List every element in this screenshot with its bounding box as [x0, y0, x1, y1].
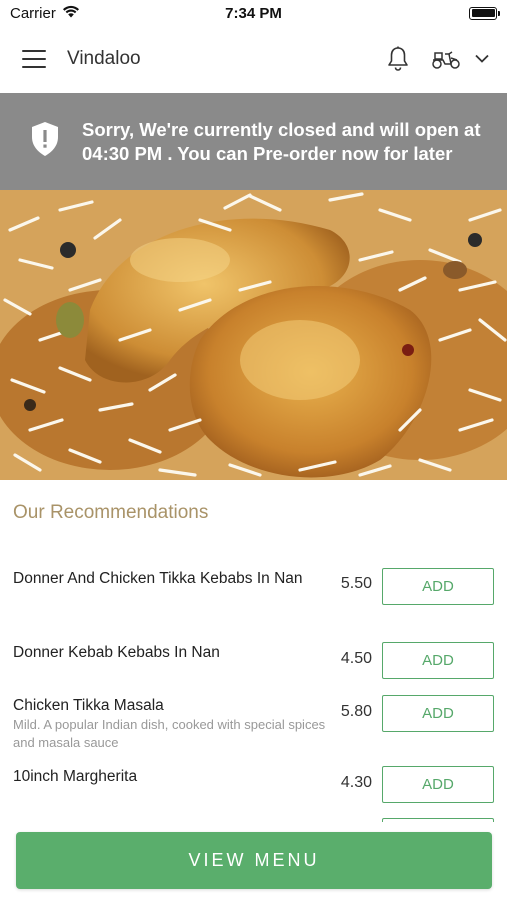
item-price: 4.50	[340, 650, 372, 667]
shield-alert-icon	[30, 121, 60, 162]
wifi-icon	[62, 5, 80, 22]
add-button[interactable]: ADD	[382, 766, 494, 803]
item-description: Mild. A popular Indian dish, cooked with…	[13, 717, 326, 750]
item-name: 10inch Margherita	[13, 768, 138, 785]
header-actions	[387, 46, 489, 72]
battery-icon	[469, 6, 500, 20]
bell-icon[interactable]	[387, 46, 409, 72]
add-button-partial[interactable]	[382, 818, 494, 822]
item-price: 5.80	[340, 703, 372, 720]
status-bar: Carrier 7:34 PM	[0, 0, 507, 26]
item-name: Donner And Chicken Tikka Kebabs In Nan	[13, 570, 303, 587]
closed-banner: Sorry, We're currently closed and will o…	[0, 93, 507, 190]
view-menu-button[interactable]: VIEW MENU	[16, 832, 492, 889]
item-price: 5.50	[340, 575, 372, 592]
delivery-scooter-icon[interactable]	[431, 48, 489, 70]
add-button[interactable]: ADD	[382, 642, 494, 679]
hero-food-image	[0, 190, 507, 480]
add-button[interactable]: ADD	[382, 568, 494, 605]
restaurant-title: Vindaloo	[67, 48, 141, 69]
closed-message: Sorry, We're currently closed and will o…	[82, 118, 481, 164]
hamburger-menu-icon[interactable]	[22, 50, 46, 68]
carrier-label: Carrier	[10, 4, 56, 22]
item-name: Chicken Tikka Masala	[13, 697, 164, 714]
item-name: Donner Kebab Kebabs In Nan	[13, 644, 220, 661]
item-price: 4.30	[340, 774, 372, 791]
status-left: Carrier	[10, 5, 80, 22]
recommendations-list: Donner And Chicken Tikka Kebabs In Nan 5…	[0, 560, 507, 822]
chevron-down-icon[interactable]	[475, 50, 489, 68]
recommendations-title: Our Recommendations	[13, 502, 209, 523]
app-header: Vindaloo	[0, 26, 507, 92]
add-button[interactable]: ADD	[382, 695, 494, 732]
